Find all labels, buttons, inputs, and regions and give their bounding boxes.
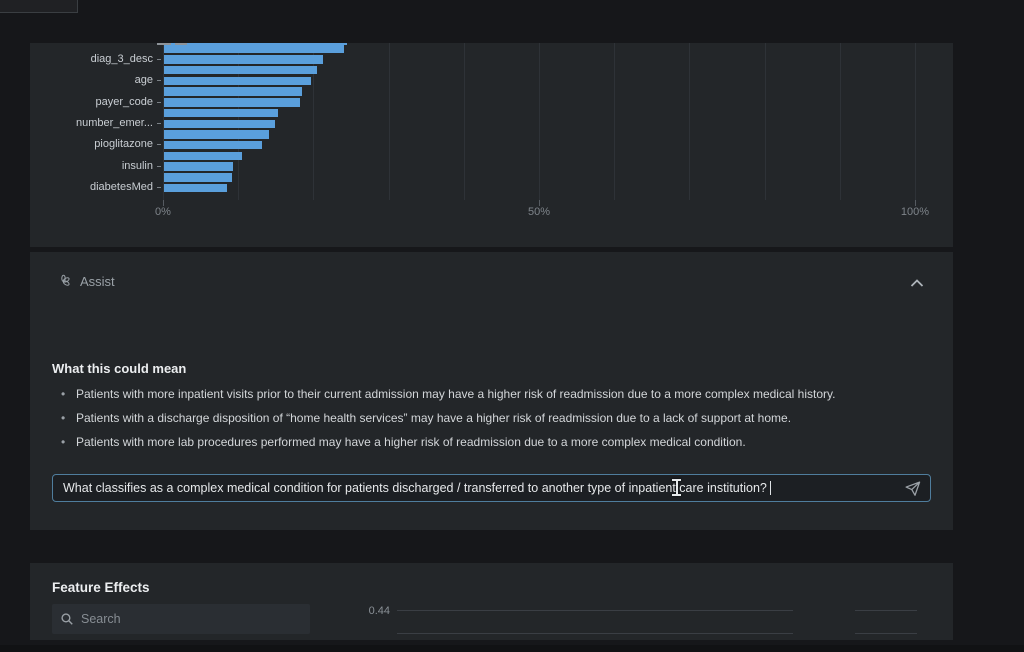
axis-tick-label: 50%: [528, 206, 550, 218]
clipped-top-bar: [164, 43, 347, 45]
axis-tick-label: 0%: [155, 206, 171, 218]
effects-gridline: [397, 633, 793, 634]
assist-header: Assist: [56, 274, 115, 289]
feature-impact-plot: diag_3_descage payer_code number_emer...pi…: [30, 43, 953, 247]
feature-impact-bar: [164, 173, 232, 182]
feature-impact-label: pioglitazone: [35, 138, 153, 150]
feature-impact-label: insulin: [35, 160, 153, 172]
feature-impact-bar: [164, 141, 262, 150]
text-caret: [770, 481, 772, 495]
feature-effects-panel: Feature Effects 0.44: [30, 563, 953, 640]
clipped-label-remnant: [157, 43, 171, 45]
feature-impact-bar: [164, 152, 242, 161]
mouse-ibeam-cursor: [672, 479, 681, 496]
row-tick: [157, 59, 161, 60]
feature-impact-bar: [164, 55, 323, 64]
chevron-up-icon: [909, 277, 925, 289]
feature-impact-bar: [164, 98, 300, 107]
browser-artifact: [0, 0, 78, 13]
chart-gridline: [915, 43, 916, 200]
feature-impact-bar: [164, 162, 233, 171]
search-input[interactable]: [81, 612, 302, 626]
chart-gridline: [840, 43, 841, 200]
assist-title: Assist: [80, 274, 115, 289]
feature-impact-label: payer_code: [35, 96, 153, 108]
assist-bullet: Patients with more inpatient visits prio…: [52, 382, 912, 406]
clipped-label-remnant: [175, 43, 187, 45]
chart-gridline: [614, 43, 615, 200]
effects-gridline: [855, 633, 917, 634]
effects-gridline: [855, 610, 917, 611]
bottom-edge-strip: [0, 645, 1024, 652]
assist-bullet: Patients with more lab procedures perfor…: [52, 430, 912, 454]
openai-logo-icon: [56, 274, 71, 289]
feature-impact-bar: [164, 66, 317, 75]
feature-impact-bar: [164, 87, 302, 96]
assist-panel: Assist What this could mean Patients wit…: [30, 252, 953, 530]
effects-gridline: [397, 610, 793, 611]
feature-impact-bar: [164, 130, 269, 139]
feature-impact-label: number_emer...: [35, 117, 153, 129]
chart-gridline: [464, 43, 465, 200]
send-icon: [904, 480, 921, 497]
feature-impact-bar: [164, 120, 275, 129]
assist-bullet-list: Patients with more inpatient visits prio…: [52, 382, 912, 454]
feature-impact-bar: [164, 45, 344, 54]
feature-impact-bar: [164, 109, 278, 118]
chart-gridline: [689, 43, 690, 200]
row-tick: [157, 187, 161, 188]
send-button[interactable]: [904, 480, 921, 497]
chart-gridline: [765, 43, 766, 200]
axis-tick-label: 100%: [901, 206, 929, 218]
feature-impact-bar: [164, 77, 311, 86]
row-tick: [157, 102, 161, 103]
row-tick: [157, 123, 161, 124]
assist-section-heading: What this could mean: [52, 361, 186, 376]
feature-impact-bar: [164, 184, 227, 193]
effects-y-axis-value: 0.44: [340, 605, 390, 617]
row-tick: [157, 144, 161, 145]
assist-question-input[interactable]: What classifies as a complex medical con…: [52, 474, 931, 502]
row-tick: [157, 80, 161, 81]
feature-effects-search[interactable]: [52, 604, 310, 634]
search-icon: [60, 612, 74, 626]
feature-impact-label: diag_3_desc: [35, 53, 153, 65]
feature-impact-panel: diag_3_descage payer_code number_emer...pi…: [30, 43, 953, 247]
collapse-assist-button[interactable]: [909, 276, 927, 290]
assist-question-text: What classifies as a complex medical con…: [63, 481, 767, 495]
assist-bullet: Patients with a discharge disposition of…: [52, 406, 912, 430]
row-tick: [157, 166, 161, 167]
feature-effects-heading: Feature Effects: [52, 580, 150, 595]
feature-impact-label: age: [35, 74, 153, 86]
feature-impact-label: diabetesMed: [35, 181, 153, 193]
chart-gridline: [389, 43, 390, 200]
chart-gridline: [539, 43, 540, 200]
